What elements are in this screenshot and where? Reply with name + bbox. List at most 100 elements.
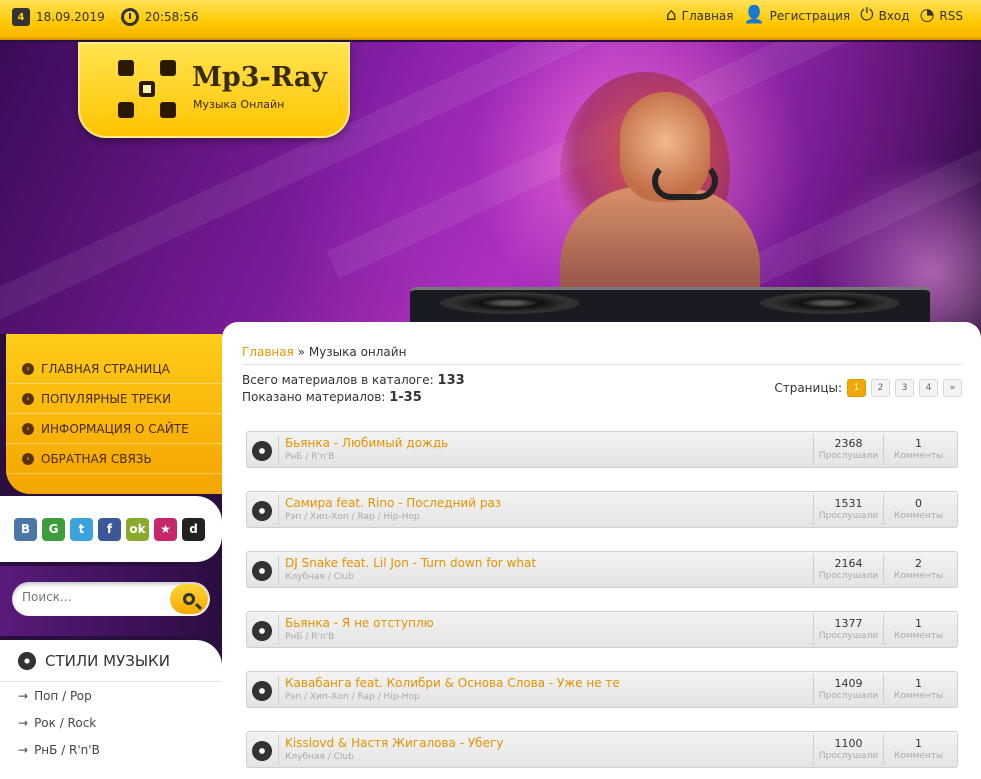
comments-cell: 2 Комменты bbox=[883, 554, 953, 585]
site-subtitle: Музыка Онлайн bbox=[193, 98, 285, 111]
plays-cell: 2164 Прослушали bbox=[813, 554, 883, 585]
sidebar: › ГЛАВНАЯ СТРАНИЦА › ПОПУЛЯРНЫЕ ТРЕКИ › ИНФ… bbox=[0, 334, 222, 779]
page-3-button[interactable]: 3 bbox=[895, 379, 914, 397]
add-user-icon: 👤 bbox=[743, 5, 765, 25]
nav-item-popular[interactable]: › ПОПУЛЯРНЫЕ ТРЕКИ bbox=[6, 384, 222, 414]
track-title-link[interactable]: Самира feat. Rino - Последний раз bbox=[285, 496, 501, 510]
total-count: 133 bbox=[437, 373, 465, 388]
pagination: Страницы: 1 2 3 4 » bbox=[774, 379, 962, 397]
plays-count: 1531 bbox=[834, 497, 863, 510]
track-title-link[interactable]: Бьянка - Любимый дождь bbox=[285, 436, 448, 450]
top-links: ⌂ Главная 👤 Регистрация ⏻ Вход ◔ RSS bbox=[666, 7, 963, 24]
nav-item-feedback[interactable]: › ОБРАТНАЯ СВЯЗЬ bbox=[6, 444, 222, 474]
nav-item-about[interactable]: › ИНФОРМАЦИЯ О САЙТЕ bbox=[6, 414, 222, 444]
music-styles: СТИЛИ МУЗЫКИ → Поп / Pop → Рок / Rock → РнБ… bbox=[0, 640, 222, 779]
facebook-icon[interactable]: f bbox=[98, 517, 121, 541]
page-2-button[interactable]: 2 bbox=[871, 379, 890, 397]
power-icon: ⏻ bbox=[860, 5, 874, 25]
breadcrumb: Главная » Музыка онлайн bbox=[242, 345, 407, 359]
track-row[interactable]: Кавабанга feat. Колибри & Основа Слова -… bbox=[246, 671, 958, 708]
delicious-icon[interactable]: d bbox=[182, 517, 205, 541]
style-item-rnb[interactable]: → РнБ / R'n'B bbox=[0, 736, 222, 763]
divider bbox=[278, 435, 279, 465]
shown-range: 1-35 bbox=[389, 390, 422, 405]
track-title-link[interactable]: Kisslovd & Настя Жигалова - Убегу bbox=[285, 736, 503, 750]
rss-link[interactable]: ◔ RSS bbox=[920, 7, 963, 24]
comments-count: 2 bbox=[915, 557, 922, 570]
track-row[interactable]: DJ Snake feat. Lil Jon - Turn down for w… bbox=[246, 551, 958, 588]
calendar-icon: 4 bbox=[12, 8, 30, 26]
divider bbox=[278, 555, 279, 585]
breadcrumb-home-link[interactable]: Главная bbox=[242, 345, 294, 359]
headphones-icon bbox=[652, 162, 718, 200]
nav-item-home[interactable]: › ГЛАВНАЯ СТРАНИЦА bbox=[6, 354, 222, 384]
logo-icon bbox=[118, 60, 176, 118]
music-styles-heading: СТИЛИ МУЗЫКИ bbox=[0, 640, 222, 682]
divider bbox=[242, 364, 962, 365]
track-title-link[interactable]: DJ Snake feat. Lil Jon - Turn down for w… bbox=[285, 556, 536, 570]
home-link[interactable]: ⌂ Главная bbox=[666, 7, 734, 24]
track-row[interactable]: Бьянка - Любимый дождь РнБ / R'n'B 2368 Про… bbox=[246, 431, 958, 468]
page-4-button[interactable]: 4 bbox=[919, 379, 938, 397]
comments-count: 0 bbox=[915, 497, 922, 510]
bullet-arrow-icon: › bbox=[22, 422, 34, 435]
page-1-button[interactable]: 1 bbox=[847, 379, 866, 397]
site-logo[interactable]: Mp3-Ray Музыка Онлайн bbox=[78, 42, 350, 138]
track-genre[interactable]: РнБ / R'n'B bbox=[285, 632, 334, 642]
track-row[interactable]: Kisslovd & Настя Жигалова - Убегу Клубная… bbox=[246, 731, 958, 768]
plays-label: Прослушали bbox=[818, 511, 879, 521]
style-item-rock[interactable]: → Рок / Rock bbox=[0, 709, 222, 736]
comments-label: Комменты bbox=[893, 571, 944, 581]
comments-count: 1 bbox=[915, 737, 922, 750]
divider bbox=[278, 675, 279, 705]
search-form bbox=[12, 582, 210, 616]
track-genre[interactable]: Рэп / Хип-Хоп / Rap / Hip-Hop bbox=[285, 692, 420, 702]
comments-cell: 1 Комменты bbox=[883, 434, 953, 465]
track-row[interactable]: Самира feat. Rino - Последний раз Рэп / Х… bbox=[246, 491, 958, 528]
next-page-button[interactable]: » bbox=[943, 379, 962, 397]
plays-count: 2368 bbox=[834, 437, 863, 450]
search-input[interactable] bbox=[22, 590, 162, 604]
myworld-icon[interactable]: ★ bbox=[154, 517, 177, 541]
comments-count: 1 bbox=[915, 617, 922, 630]
clock-icon bbox=[120, 8, 139, 26]
comments-cell: 1 Комменты bbox=[883, 614, 953, 645]
search-panel bbox=[0, 566, 222, 636]
plays-label: Прослушали bbox=[818, 751, 879, 761]
comments-label: Комменты bbox=[893, 511, 944, 521]
current-time: 20:58:56 bbox=[144, 10, 199, 24]
comments-label: Комменты bbox=[893, 691, 944, 701]
track-title-link[interactable]: Бьянка - Я не отступлю bbox=[285, 616, 434, 630]
google-icon[interactable]: G bbox=[42, 517, 65, 541]
comments-label: Комменты bbox=[893, 451, 944, 461]
vinyl-icon bbox=[252, 501, 272, 521]
track-genre[interactable]: Рэп / Хип-Хоп / Rap / Hip-Hop bbox=[285, 512, 420, 522]
search-icon bbox=[183, 593, 195, 605]
main-content: Главная » Музыка онлайн Всего материалов… bbox=[222, 322, 981, 779]
plays-count: 1409 bbox=[834, 677, 863, 690]
arrow-right-icon: → bbox=[18, 715, 29, 730]
plays-cell: 1531 Прослушали bbox=[813, 494, 883, 525]
vk-icon[interactable]: B bbox=[14, 517, 37, 541]
search-button[interactable] bbox=[170, 584, 208, 614]
divider bbox=[278, 735, 279, 765]
register-link[interactable]: 👤 Регистрация bbox=[744, 7, 851, 24]
track-row[interactable]: Бьянка - Я не отступлю РнБ / R'n'B 1377 Про… bbox=[246, 611, 958, 648]
plays-cell: 1377 Прослушали bbox=[813, 614, 883, 645]
track-title-link[interactable]: Кавабанга feat. Колибри & Основа Слова -… bbox=[285, 676, 620, 690]
track-genre[interactable]: РнБ / R'n'B bbox=[285, 452, 334, 462]
style-item-pop[interactable]: → Поп / Pop bbox=[0, 682, 222, 709]
bullet-arrow-icon: › bbox=[22, 392, 34, 405]
twitter-icon[interactable]: t bbox=[70, 517, 93, 541]
rss-icon: ◔ bbox=[919, 5, 935, 25]
comments-count: 1 bbox=[915, 437, 922, 450]
odnoklassniki-icon[interactable]: ok bbox=[126, 517, 149, 541]
plays-label: Прослушали bbox=[818, 451, 879, 461]
track-genre[interactable]: Клубная / Club bbox=[285, 752, 354, 762]
comments-label: Комменты bbox=[893, 751, 944, 761]
login-link[interactable]: ⏻ Вход bbox=[860, 7, 909, 24]
social-bar: B Gt f ok ★ d bbox=[0, 496, 222, 562]
track-genre[interactable]: Клубная / Club bbox=[285, 572, 354, 582]
plays-cell: 1409 Прослушали bbox=[813, 674, 883, 705]
home-icon: ⌂ bbox=[665, 5, 677, 25]
